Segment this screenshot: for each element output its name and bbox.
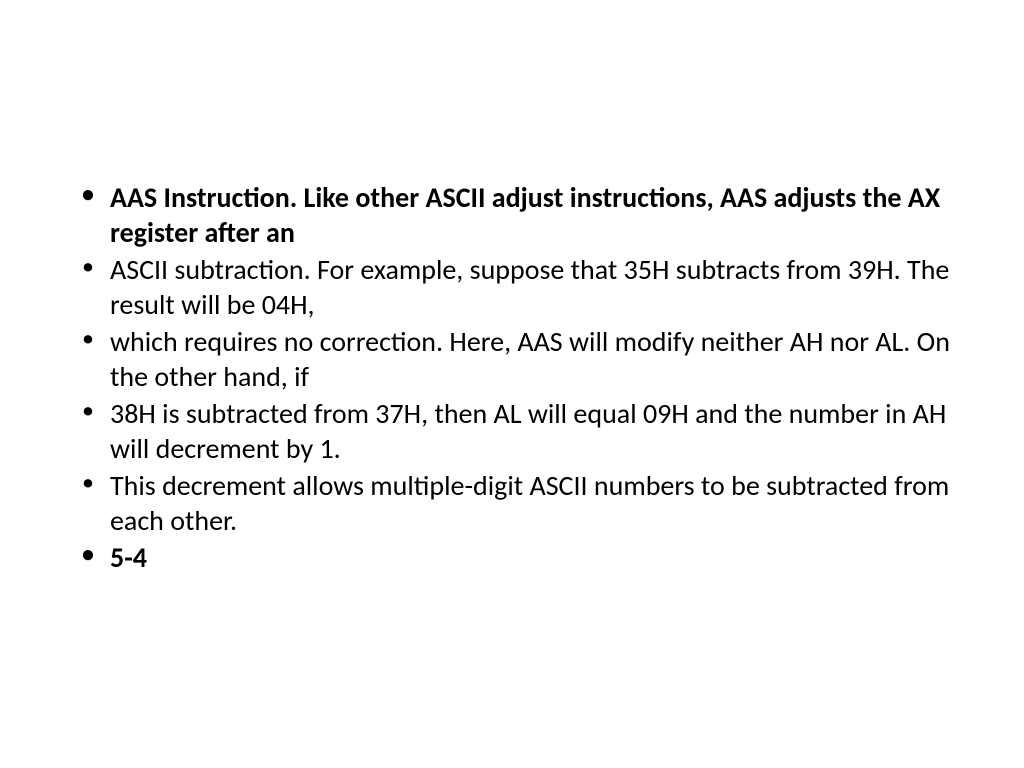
list-item: which requires no correction. Here, AAS … xyxy=(70,324,954,394)
bullet-text: ASCII subtraction. For example, suppose … xyxy=(110,252,949,322)
list-item: 38H is subtracted from 37H, then AL will… xyxy=(70,396,954,466)
bullet-text: This decrement allows multiple-digit ASC… xyxy=(110,468,949,538)
bullet-list: AAS Instruction. Like other ASCII adjust… xyxy=(70,180,954,575)
list-item: ASCII subtraction. For example, suppose … xyxy=(70,252,954,322)
list-item: AAS Instruction. Like other ASCII adjust… xyxy=(70,180,954,250)
bullet-text: which requires no correction. Here, AAS … xyxy=(110,324,950,394)
list-item: This decrement allows multiple-digit ASC… xyxy=(70,468,954,538)
list-item: 5-4 xyxy=(70,540,954,575)
bullet-text: 38H is subtracted from 37H, then AL will… xyxy=(110,396,946,466)
bullet-text: 5-4 xyxy=(110,540,147,575)
bullet-text: AAS Instruction. Like other ASCII adjust… xyxy=(110,180,940,250)
